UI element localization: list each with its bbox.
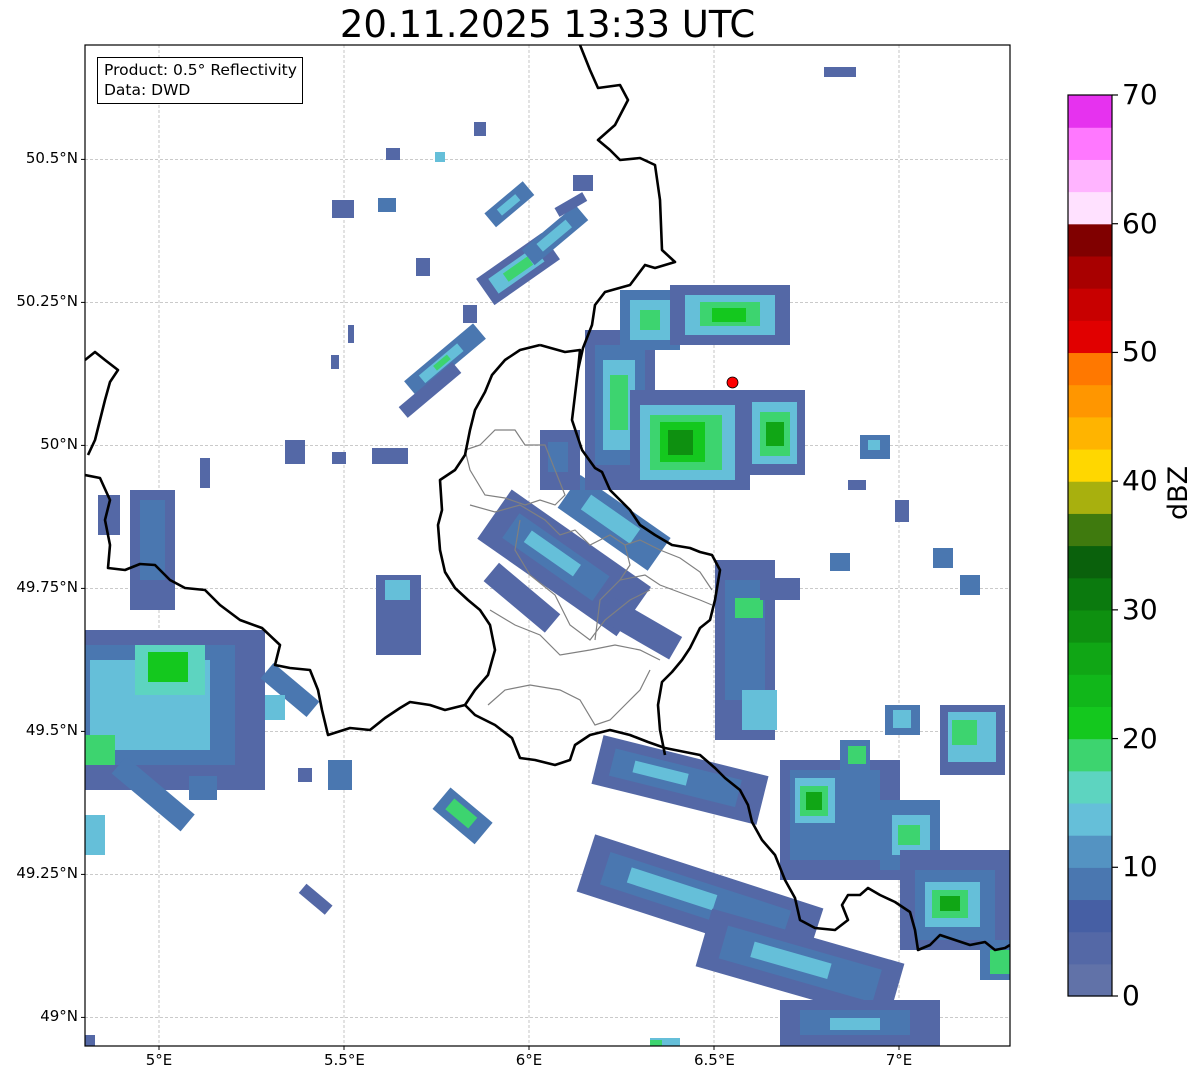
lat-tick-label: 50.25°N <box>16 292 78 311</box>
colorbar-segment <box>1068 770 1112 804</box>
colorbar-segment <box>1068 223 1112 257</box>
colorbar-segment <box>1068 95 1112 128</box>
colorbar-ticks <box>1112 94 1118 997</box>
colorbar-segment <box>1068 577 1112 611</box>
info-product: Product: 0.5° Reflectivity <box>104 60 297 80</box>
colorbar-segment <box>1068 481 1112 514</box>
info-box: Product: 0.5° Reflectivity Data: DWD <box>97 57 303 104</box>
radar-map <box>81 44 1118 1050</box>
lon-tick-label: 6.5°E <box>694 1051 735 1069</box>
lon-tick-label: 6°E <box>515 1051 543 1069</box>
lat-tick-label: 50.5°N <box>25 149 78 168</box>
lat-tick-label: 49.75°N <box>16 578 78 597</box>
info-data: Data: DWD <box>104 80 297 100</box>
colorbar-segment <box>1068 674 1112 707</box>
lat-tick-label: 49.25°N <box>16 864 78 883</box>
colorbar-segment <box>1068 706 1112 740</box>
lat-tick-label: 50°N <box>40 435 78 454</box>
colorbar-segment <box>1068 320 1112 354</box>
colorbar-segment <box>1068 384 1112 418</box>
colorbar-segment <box>1068 127 1112 160</box>
colorbar-segment <box>1068 963 1112 997</box>
colorbar <box>1068 95 1112 997</box>
colorbar-segment <box>1068 899 1112 933</box>
product-label: Product: <box>104 61 169 79</box>
colorbar-segment <box>1068 802 1112 836</box>
colorbar-tick-label: 70 <box>1122 78 1158 111</box>
colorbar-segment <box>1068 159 1112 193</box>
lon-tick-label: 5.5°E <box>324 1051 365 1069</box>
lon-tick-label: 5°E <box>145 1051 173 1069</box>
lon-tick-label: 7°E <box>885 1051 913 1069</box>
colorbar-tick-label: 30 <box>1122 592 1158 626</box>
colorbar-segment <box>1068 416 1112 450</box>
colorbar-tick-label: 60 <box>1122 206 1158 240</box>
colorbar-segment <box>1068 738 1112 772</box>
colorbar-segment <box>1068 931 1112 965</box>
colorbar-segment <box>1068 835 1112 868</box>
colorbar-segment <box>1068 288 1112 321</box>
colorbar-segment <box>1068 255 1112 289</box>
colorbar-segment <box>1068 642 1112 675</box>
colorbar-tick-label: 20 <box>1122 721 1158 755</box>
lat-tick-label: 49°N <box>40 1007 78 1026</box>
colorbar-segment <box>1068 513 1112 547</box>
colorbar-segment <box>1068 191 1112 225</box>
colorbar-tick-label: 10 <box>1122 850 1158 884</box>
lat-tick-label: 49.5°N <box>25 721 78 740</box>
colorbar-segment <box>1068 352 1112 386</box>
colorbar-segment <box>1068 545 1112 579</box>
colorbar-tick-label: 0 <box>1122 979 1140 1012</box>
colorbar-segment <box>1068 448 1112 482</box>
colorbar-label: dBZ <box>1163 465 1194 520</box>
colorbar-tick-label: 50 <box>1122 335 1158 369</box>
data-label: Data: <box>104 81 147 99</box>
colorbar-tick-label: 40 <box>1122 464 1158 498</box>
colorbar-segment <box>1068 609 1112 643</box>
radar-site-marker <box>726 376 739 389</box>
data-value: DWD <box>151 81 191 99</box>
colorbar-segment <box>1068 867 1112 901</box>
product-value: 0.5° Reflectivity <box>173 61 297 79</box>
